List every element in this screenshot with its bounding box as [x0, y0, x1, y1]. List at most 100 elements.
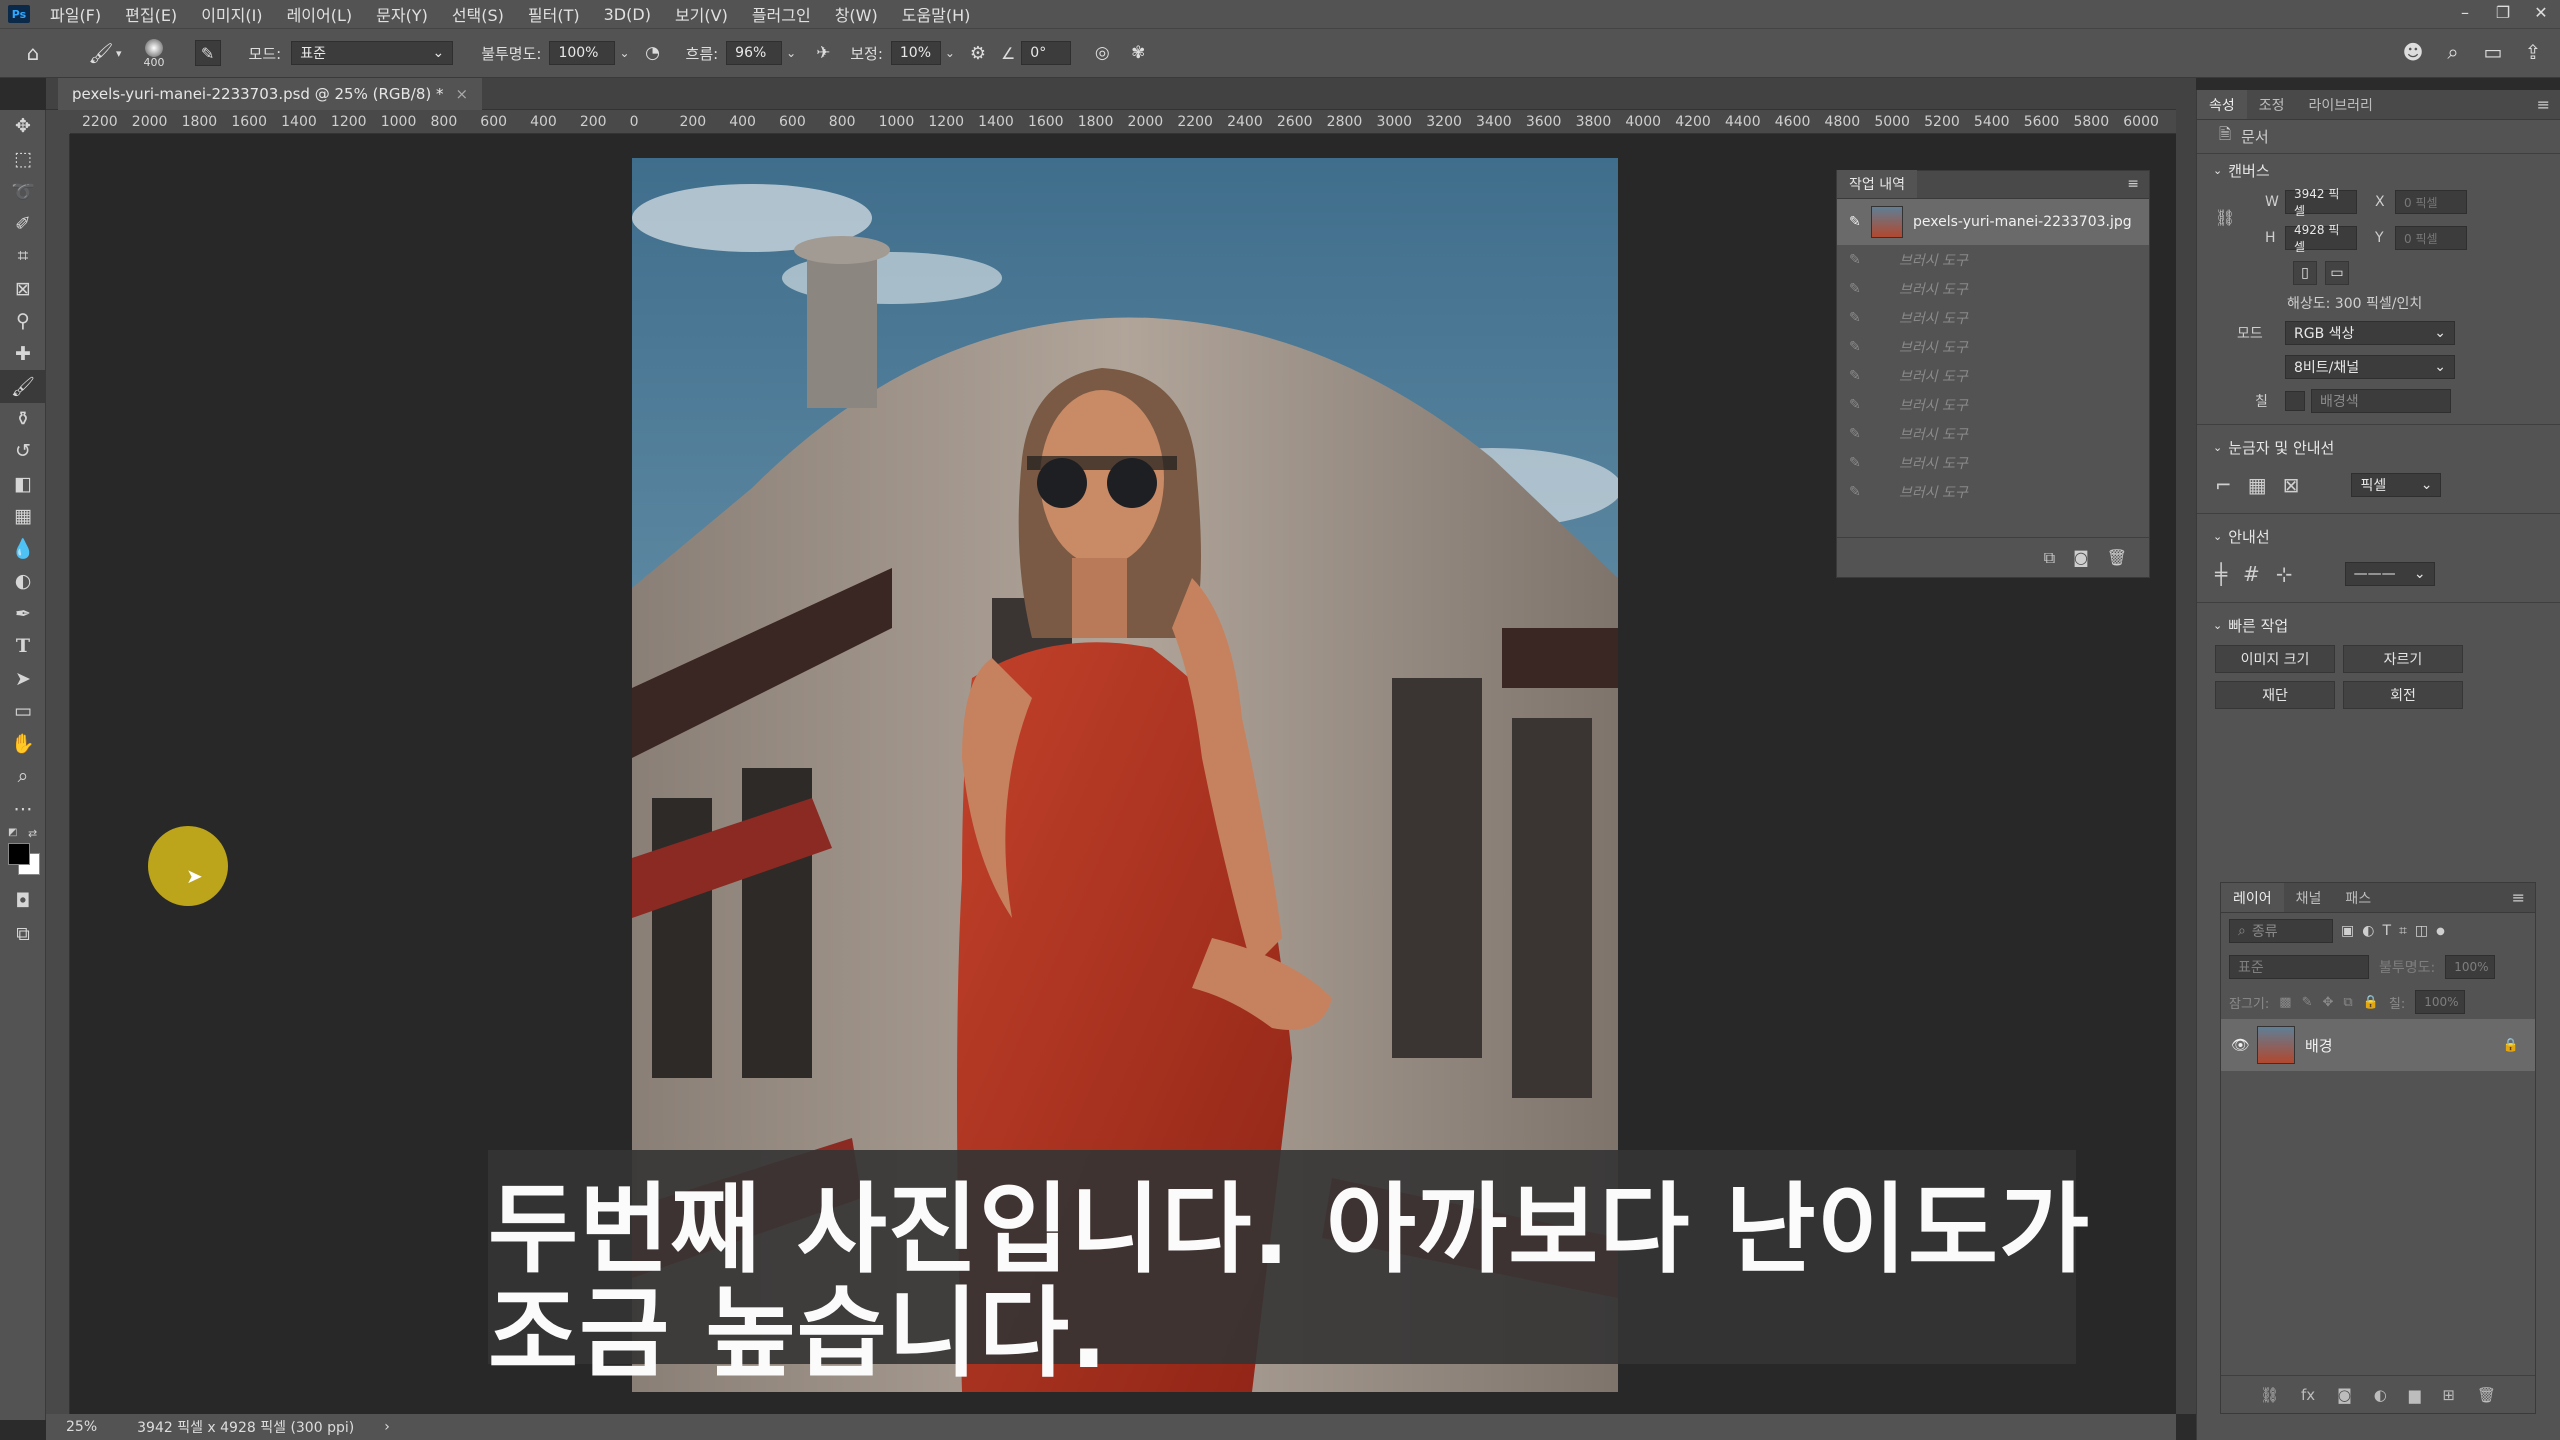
history-brush-tool-icon[interactable]: ↺	[0, 435, 46, 468]
layer-fill-input[interactable]: 100%	[2415, 990, 2466, 1014]
blur-tool-icon[interactable]: 💧	[0, 533, 46, 566]
x-input[interactable]: 0 픽셀	[2395, 190, 2467, 214]
tab-channels[interactable]: 채널	[2284, 883, 2334, 912]
brush-tool-icon[interactable]: 🖌	[88, 40, 114, 66]
rotate-button[interactable]: 회전	[2343, 681, 2463, 709]
horizontal-ruler[interactable]: 2200 2000 1800 1600 1400 1200 1000 800 600 400 200…	[70, 110, 2176, 134]
lock-artboard-icon[interactable]: ⧉	[2343, 995, 2352, 1010]
lasso-tool-icon[interactable]: ➰	[0, 175, 46, 208]
panel-menu-icon[interactable]: ≡	[2512, 888, 2525, 907]
brush-preset-icon[interactable]	[145, 38, 164, 57]
history-item[interactable]: ✎ 브러시 도구	[1837, 274, 2149, 303]
zoom-tool-icon[interactable]: ⌕	[0, 760, 46, 793]
menu-window[interactable]: 창(W)	[823, 2, 890, 26]
crop-tool-icon[interactable]: ⌗	[0, 240, 46, 273]
link-icon[interactable]: ⛓	[2215, 208, 2235, 227]
menu-3d[interactable]: 3D(D)	[592, 5, 663, 24]
close-window-button[interactable]: ✕	[2522, 0, 2560, 28]
tab-layers[interactable]: 레이어	[2221, 883, 2284, 912]
smoothing-input[interactable]: 10%	[890, 41, 941, 65]
eraser-tool-icon[interactable]: ◧	[0, 468, 46, 501]
panel-menu-icon[interactable]: ≡	[2127, 176, 2139, 192]
filter-pixel-icon[interactable]: ▣	[2341, 923, 2354, 939]
ruler-unit-select[interactable]: 픽셀 ⌄	[2351, 473, 2442, 497]
folder-icon[interactable]: ▆	[2409, 1386, 2421, 1404]
guide-layout-icon[interactable]: #	[2243, 562, 2260, 586]
status-zoom[interactable]: 25%	[66, 1419, 97, 1435]
history-item[interactable]: ✎ 브러시 도구	[1837, 419, 2149, 448]
frame-tool-icon[interactable]: ⊠	[0, 273, 46, 306]
lock-all-icon[interactable]: 🔒	[2363, 995, 2379, 1010]
tab-adjustments[interactable]: 조정	[2247, 90, 2297, 119]
tab-paths[interactable]: 패스	[2333, 883, 2383, 912]
history-item[interactable]: ✎ 브러시 도구	[1837, 245, 2149, 274]
layer-filter-select[interactable]: ⌕ 종류	[2229, 919, 2333, 943]
minimize-button[interactable]: –	[2446, 0, 2484, 28]
history-item[interactable]: ✎ 브러시 도구	[1837, 477, 2149, 506]
image-size-button[interactable]: 이미지 크기	[2215, 645, 2335, 673]
quick-actions-header[interactable]: ⌄ 빠른 작업	[2197, 609, 2560, 641]
guide-icon[interactable]: ╪	[2215, 562, 2227, 586]
home-icon[interactable]: ⌂	[20, 40, 46, 66]
trash-icon[interactable]: 🗑	[2477, 1386, 2496, 1404]
move-tool-icon[interactable]: ✥	[0, 110, 46, 143]
tab-history[interactable]: 작업 내역	[1837, 170, 1917, 198]
pixel-grid-icon[interactable]: ⊠	[2283, 473, 2300, 497]
restore-button[interactable]: ❐	[2484, 0, 2522, 28]
angle-input[interactable]: 0°	[1021, 41, 1072, 65]
path-select-tool-icon[interactable]: ➤	[0, 663, 46, 696]
lock-icon[interactable]: 🔒	[2503, 1038, 2519, 1053]
add-mask-icon[interactable]: ◙	[2337, 1386, 2352, 1404]
gradient-tool-icon[interactable]: ▦	[0, 500, 46, 533]
vertical-ruler[interactable]	[46, 134, 70, 1414]
camera-icon[interactable]: ◙	[2073, 548, 2089, 567]
y-input[interactable]: 0 픽셀	[2395, 226, 2467, 250]
chevron-down-icon[interactable]: ⌄	[945, 46, 955, 60]
fill-select[interactable]: 배경색	[2311, 389, 2451, 413]
menu-type[interactable]: 문자(Y)	[364, 2, 440, 26]
share-user-icon[interactable]: ☻	[2400, 39, 2426, 65]
menu-file[interactable]: 파일(F)	[38, 2, 113, 26]
menu-help[interactable]: 도움말(H)	[890, 2, 983, 26]
menu-layer[interactable]: 레이어(L)	[275, 2, 365, 26]
canvas-section-header[interactable]: ⌄ 캔버스	[2197, 154, 2560, 186]
history-item[interactable]: ✎ 브러시 도구	[1837, 448, 2149, 477]
default-colors-icon[interactable]: ◩	[8, 827, 17, 838]
dodge-tool-icon[interactable]: ◐	[0, 565, 46, 598]
eyedropper-tool-icon[interactable]: ⚲	[0, 305, 46, 338]
menu-select[interactable]: 선택(S)	[440, 2, 516, 26]
marquee-tool-icon[interactable]: ⬚	[0, 143, 46, 176]
smart-guide-icon[interactable]: ⊹	[2276, 562, 2293, 586]
brush-tool-icon[interactable]: 🖌	[0, 370, 46, 403]
crop-button[interactable]: 자르기	[2343, 645, 2463, 673]
clone-stamp-tool-icon[interactable]: ⚱	[0, 403, 46, 436]
gear-icon[interactable]: ⚙	[965, 40, 991, 66]
new-layer-icon[interactable]: ⊞	[2442, 1386, 2455, 1404]
filter-shape-icon[interactable]: ⌗	[2399, 923, 2407, 939]
lock-position-icon[interactable]: ✥	[2322, 995, 2333, 1010]
opacity-input[interactable]: 100%	[549, 41, 616, 65]
menu-edit[interactable]: 편집(E)	[113, 2, 189, 26]
fill-swatch[interactable]	[2285, 391, 2305, 411]
ruler-icon[interactable]: ⌐	[2215, 473, 2232, 497]
status-arrow-icon[interactable]: ›	[384, 1419, 390, 1435]
quick-select-tool-icon[interactable]: ✐	[0, 208, 46, 241]
flow-input[interactable]: 96%	[726, 41, 783, 65]
tab-libraries[interactable]: 라이브러리	[2297, 90, 2385, 119]
history-item[interactable]: ✎ 브러시 도구	[1837, 361, 2149, 390]
workspace-icon[interactable]: ▭	[2480, 39, 2506, 65]
menu-image[interactable]: 이미지(I)	[189, 2, 274, 26]
pressure-size-icon[interactable]: ◎	[1089, 40, 1115, 66]
history-item[interactable]: ✎ 브러시 도구	[1837, 303, 2149, 332]
lock-pixels-icon[interactable]: ✎	[2302, 995, 2313, 1010]
trash-icon[interactable]: 🗑	[2107, 548, 2127, 567]
bit-depth-select[interactable]: 8비트/채널 ⌄	[2285, 355, 2455, 379]
menu-filter[interactable]: 필터(T)	[516, 2, 592, 26]
layer-row-background[interactable]: 👁 배경 🔒	[2221, 1019, 2535, 1071]
fx-icon[interactable]: fx	[2301, 1386, 2315, 1404]
grid-icon[interactable]: ▦	[2248, 473, 2267, 497]
rulers-section-header[interactable]: ⌄ 눈금자 및 안내선	[2197, 431, 2560, 463]
filter-adjustment-icon[interactable]: ◐	[2362, 923, 2374, 939]
foreground-color-swatch[interactable]	[8, 843, 30, 865]
history-item[interactable]: ✎ 브러시 도구	[1837, 390, 2149, 419]
